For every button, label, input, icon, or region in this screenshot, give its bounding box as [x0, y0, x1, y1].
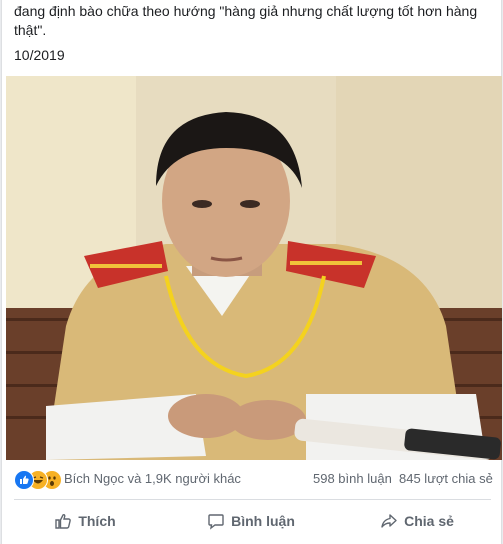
action-bar: Thích Bình luận Chia sẻ	[2, 503, 501, 539]
post-card: đang định bào chữa theo hướng "hàng giả …	[1, 0, 502, 544]
comment-count[interactable]: 598 bình luận	[313, 471, 392, 486]
share-button[interactable]: Chia sẻ	[334, 503, 500, 539]
post-photo[interactable]	[6, 76, 502, 460]
post-date: 10/2019	[14, 47, 65, 63]
share-arrow-icon	[381, 514, 397, 528]
reaction-names[interactable]: Bích Ngọc và 1,9K người khác	[64, 471, 241, 486]
like-label: Thích	[78, 513, 116, 529]
photo-illustration	[6, 76, 502, 460]
like-button[interactable]: Thích	[2, 503, 168, 539]
share-label: Chia sẻ	[404, 513, 454, 529]
comment-icon	[208, 514, 224, 530]
comment-button[interactable]: Bình luận	[168, 503, 334, 539]
like-icon	[14, 470, 34, 490]
post-text: đang định bào chữa theo hướng "hàng giả …	[14, 3, 478, 38]
comment-label: Bình luận	[231, 513, 295, 529]
post-stats: Bích Ngọc và 1,9K người khác 598 bình lu…	[2, 466, 501, 492]
share-count[interactable]: 845 lượt chia sẻ	[399, 471, 493, 486]
thumbs-up-icon	[55, 513, 72, 529]
divider	[14, 499, 491, 500]
